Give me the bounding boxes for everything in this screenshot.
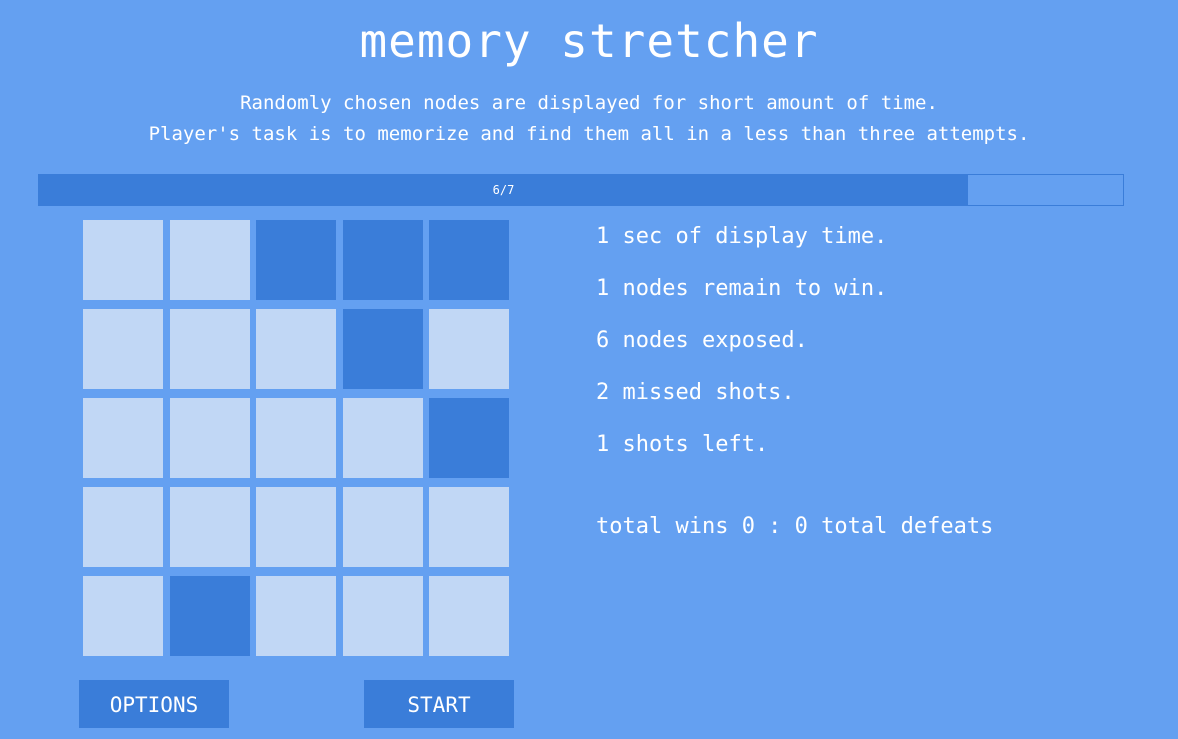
grid-node-r2-c4[interactable]: [342, 309, 423, 389]
missed-shots-text: 2 missed shots.: [596, 380, 795, 405]
options-button[interactable]: OPTIONS: [79, 680, 229, 728]
progress-bar: 6/7: [38, 174, 1124, 206]
grid-node-r1-c5[interactable]: [429, 220, 509, 300]
grid-node-r1-c4[interactable]: [342, 220, 423, 300]
display-time-text: 1 sec of display time.: [596, 224, 888, 249]
grid-node-r3-c2[interactable]: [169, 398, 250, 478]
node-grid: [83, 220, 509, 656]
grid-node-r2-c3[interactable]: [256, 309, 336, 389]
shots-left-text: 1 shots left.: [596, 432, 769, 457]
grid-node-r4-c3[interactable]: [256, 487, 336, 567]
game-title: memory stretcher: [359, 14, 819, 68]
description-line-2: Player's task is to memorize and find th…: [148, 123, 1030, 145]
nodes-remaining-text: 1 nodes remain to win.: [596, 276, 888, 301]
grid-node-r3-c4[interactable]: [342, 398, 423, 478]
grid-node-r2-c2[interactable]: [169, 309, 250, 389]
grid-node-r3-c1[interactable]: [83, 398, 163, 478]
grid-node-r4-c2[interactable]: [169, 487, 250, 567]
stats-panel: 1 sec of display time. 1 nodes remain to…: [596, 220, 887, 480]
grid-node-r2-c5[interactable]: [429, 309, 509, 389]
start-button[interactable]: START: [364, 680, 514, 728]
grid-node-r5-c3[interactable]: [256, 576, 336, 656]
grid-node-r1-c2[interactable]: [169, 220, 250, 300]
grid-node-r5-c1[interactable]: [83, 576, 163, 656]
grid-node-r4-c4[interactable]: [342, 487, 423, 567]
grid-node-r3-c5[interactable]: [429, 398, 509, 478]
score-text: total wins 0 : 0 total defeats: [596, 514, 994, 539]
description-line-1: Randomly chosen nodes are displayed for …: [240, 92, 938, 114]
grid-node-r5-c4[interactable]: [342, 576, 423, 656]
progress-label: 6/7: [492, 183, 515, 197]
grid-node-r3-c3[interactable]: [256, 398, 336, 478]
grid-node-r2-c1[interactable]: [83, 309, 163, 389]
grid-node-r5-c2[interactable]: [169, 576, 250, 656]
grid-node-r4-c1[interactable]: [83, 487, 163, 567]
grid-node-r1-c3[interactable]: [256, 220, 336, 300]
nodes-exposed-text: 6 nodes exposed.: [596, 328, 808, 353]
grid-node-r4-c5[interactable]: [429, 487, 509, 567]
grid-node-r5-c5[interactable]: [429, 576, 509, 656]
grid-node-r1-c1[interactable]: [83, 220, 163, 300]
